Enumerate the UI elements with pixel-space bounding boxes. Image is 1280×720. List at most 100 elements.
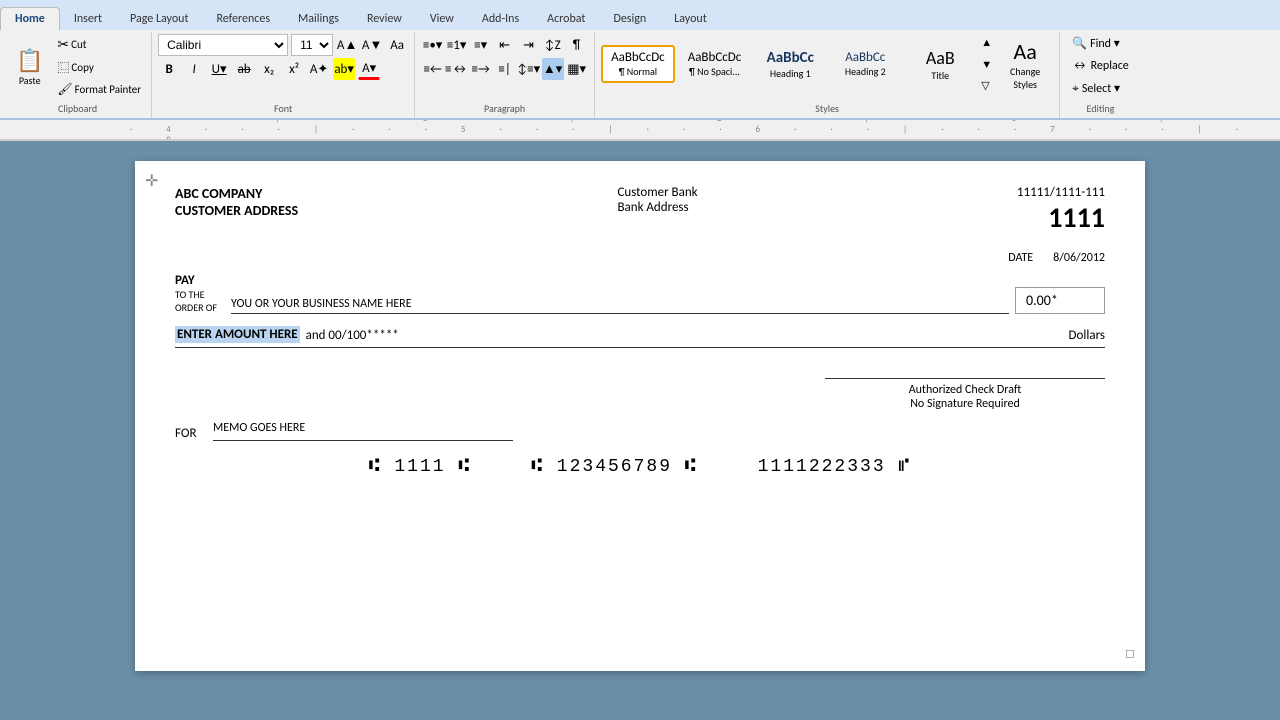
tab-view[interactable]: View	[416, 8, 468, 30]
micr-check-number: ⑆ 1111 ⑆	[369, 457, 471, 477]
styles-expand-arrow[interactable]: ▽	[979, 77, 994, 94]
strikethrough-button[interactable]: ab	[233, 58, 255, 80]
italic-button[interactable]: I	[183, 58, 205, 80]
document-area: ✛ ABC COMPANY CUSTOMER ADDRESS Customer …	[0, 141, 1280, 691]
style-nospace[interactable]: AaBbCcDc ¶ No Spaci...	[678, 45, 752, 83]
decrease-font-button[interactable]: A▼	[361, 34, 383, 56]
show-hide-button[interactable]: ¶	[566, 34, 588, 56]
tab-addins[interactable]: Add-Ins	[468, 8, 533, 30]
micr-routing: ⑆ 123456789 ⑆	[531, 457, 697, 477]
align-right-button[interactable]: ≡→	[470, 58, 492, 80]
signature-area: Authorized Check Draft No Signature Requ…	[175, 378, 1105, 411]
tab-home[interactable]: Home	[0, 7, 60, 30]
tab-mailings[interactable]: Mailings	[284, 8, 353, 30]
font-size-select[interactable]: 11	[291, 34, 333, 56]
memo-text: MEMO GOES HERE	[213, 421, 305, 435]
style-title-preview: AaB	[914, 47, 966, 69]
bold-button[interactable]: B	[158, 58, 180, 80]
tab-design[interactable]: Design	[599, 8, 660, 30]
amount-box[interactable]: 0.00*	[1015, 287, 1105, 314]
find-icon: 🔍	[1072, 36, 1087, 51]
tab-page-layout[interactable]: Page Layout	[116, 8, 202, 30]
change-styles-button[interactable]: Aa Change Styles	[997, 35, 1053, 94]
tab-layout[interactable]: Layout	[660, 8, 721, 30]
numbering-button[interactable]: ≡1▾	[446, 34, 468, 56]
increase-indent-button[interactable]: ⇥	[518, 34, 540, 56]
find-button[interactable]: 🔍 Find ▾	[1066, 34, 1135, 53]
styles-up-arrow[interactable]: ▲	[979, 34, 994, 51]
company-address: CUSTOMER ADDRESS	[175, 202, 298, 219]
payee-text: YOU OR YOUR BUSINESS NAME HERE	[231, 297, 412, 311]
styles-group: AaBbCcDc ¶ Normal AaBbCcDc ¶ No Spaci...…	[595, 32, 1060, 118]
format-painter-button[interactable]: 🖌Format Painter	[53, 80, 145, 99]
style-heading2[interactable]: AaBbCc Heading 2	[829, 45, 901, 83]
sort-button[interactable]: ↕Z	[542, 34, 564, 56]
amount-words-row: ENTER AMOUNT HERE and 00/100***** Dollar…	[175, 326, 1105, 348]
page-resize-handle[interactable]: ◻	[1125, 646, 1135, 661]
font-family-select[interactable]: Calibri	[158, 34, 288, 56]
justify-button[interactable]: ≡|	[494, 58, 516, 80]
styles-label: Styles	[815, 102, 839, 115]
borders-button[interactable]: ▦▾	[566, 58, 588, 80]
date-value: 8/06/2012	[1053, 251, 1105, 265]
style-normal-label: ¶ Normal	[611, 65, 665, 78]
pay-main-label: PAY	[175, 273, 225, 288]
check-number: 1111	[1017, 200, 1105, 235]
tab-bar: Home Insert Page Layout References Maili…	[0, 0, 1280, 30]
shading-button[interactable]: ▲▾	[542, 58, 564, 80]
underline-button[interactable]: U▾	[208, 58, 230, 80]
memo-line[interactable]: MEMO GOES HERE	[213, 421, 513, 441]
amount-highlighted[interactable]: ENTER AMOUNT HERE	[175, 326, 300, 343]
cut-button[interactable]: ✂Cut	[53, 34, 145, 55]
ruler-marks: · · · · | · · · 1 · · · | · · · 2 · · · …	[130, 120, 1280, 140]
pay-label: PAY TO THE ORDER OF	[175, 273, 225, 314]
decrease-indent-button[interactable]: ⇤	[494, 34, 516, 56]
check-number-area: 11111/1111-111 1111	[1017, 185, 1105, 235]
authorized-line2: No Signature Required	[825, 397, 1105, 411]
dollars-label: Dollars	[1069, 328, 1105, 343]
pay-sub2: ORDER OF	[175, 301, 225, 314]
replace-button[interactable]: ↔ Replace	[1066, 57, 1135, 75]
bank-address: Bank Address	[617, 200, 697, 215]
line-spacing-button[interactable]: ↕≡▾	[518, 58, 540, 80]
tab-acrobat[interactable]: Acrobat	[533, 8, 599, 30]
micr-line: ⑆ 1111 ⑆ ⑆ 123456789 ⑆ 1111222333 ⑈	[175, 457, 1105, 477]
payee-line[interactable]: YOU OR YOUR BUSINESS NAME HERE	[231, 292, 1009, 314]
increase-font-button[interactable]: A▲	[336, 34, 358, 56]
superscript-button[interactable]: x²	[283, 58, 305, 80]
font-color-button[interactable]: A▾	[358, 58, 380, 80]
authorized-line1: Authorized Check Draft	[825, 383, 1105, 397]
styles-down-arrow[interactable]: ▼	[979, 56, 994, 73]
align-center-button[interactable]: ≡↔	[446, 58, 468, 80]
align-left-button[interactable]: ≡←	[422, 58, 444, 80]
clipboard-group: 📋 Paste ✂Cut ⿺Copy 🖌Format Painter Clipb…	[4, 32, 152, 118]
replace-icon: ↔	[1072, 59, 1087, 73]
change-case-button[interactable]: Aa	[386, 34, 408, 56]
routing-number: 11111/1111-111	[1017, 185, 1105, 200]
page-move-handle[interactable]: ✛	[145, 171, 158, 191]
find-label: Find ▾	[1090, 36, 1120, 51]
ribbon-area: Home Insert Page Layout References Maili…	[0, 0, 1280, 141]
copy-button[interactable]: ⿺Copy	[53, 57, 145, 78]
tab-references[interactable]: References	[202, 8, 284, 30]
select-button[interactable]: ⌖ Select ▾	[1066, 79, 1135, 98]
text-effect-button[interactable]: A✦	[308, 58, 330, 80]
bullets-button[interactable]: ≡•▾	[422, 34, 444, 56]
change-styles-label: Change Styles	[1010, 65, 1040, 91]
multilevel-button[interactable]: ≡▾	[470, 34, 492, 56]
style-title[interactable]: AaB Title	[904, 42, 976, 87]
style-normal[interactable]: AaBbCcDc ¶ Normal	[601, 45, 675, 83]
editing-group: 🔍 Find ▾ ↔ Replace ⌖ Select ▾ Editing	[1060, 32, 1141, 118]
tab-insert[interactable]: Insert	[60, 8, 116, 30]
paste-button[interactable]: 📋 Paste	[10, 44, 49, 90]
highlight-button[interactable]: ab▾	[333, 58, 355, 80]
style-h1-label: Heading 1	[764, 67, 816, 80]
subscript-button[interactable]: x₂	[258, 58, 280, 80]
style-nospace-preview: AaBbCcDc	[688, 50, 742, 65]
company-name: ABC COMPANY	[175, 185, 298, 202]
date-row: DATE 8/06/2012	[175, 251, 1105, 265]
style-nospace-label: ¶ No Spaci...	[688, 65, 742, 78]
style-heading1[interactable]: AaBbCc Heading 1	[754, 44, 826, 85]
tab-review[interactable]: Review	[353, 8, 416, 30]
font-group: Calibri 11 A▲ A▼ Aa B I U▾ ab x₂ x² A	[152, 32, 415, 118]
